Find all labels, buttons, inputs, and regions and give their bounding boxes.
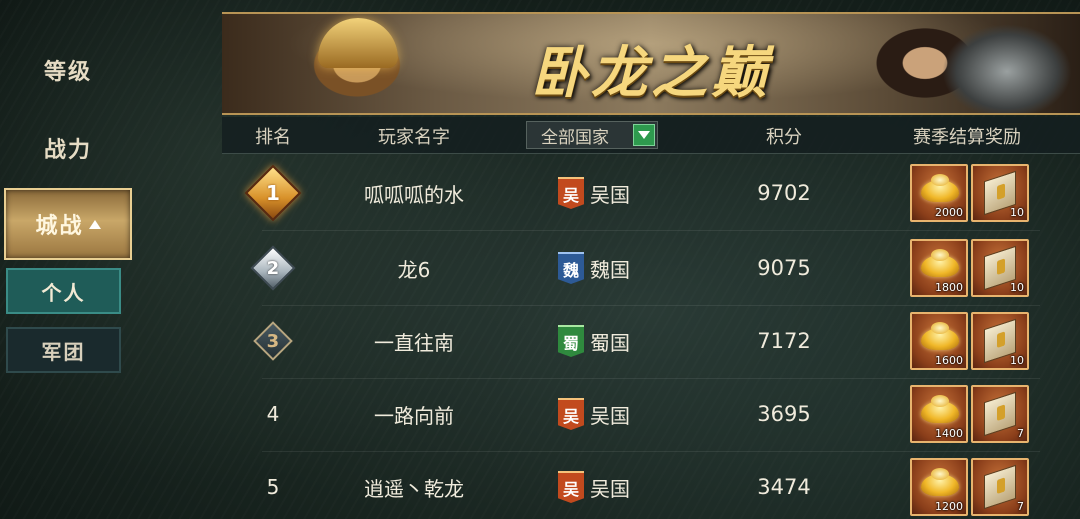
header-season-reward: 赛季结算奖励 bbox=[913, 126, 1021, 148]
caret-up-icon bbox=[88, 219, 101, 229]
table-row[interactable]: 1 呱呱呱的水 吴 吴国 9702 2000 10 bbox=[222, 157, 1080, 231]
table-row[interactable]: 5 逍遥丶乾龙 吴 吴国 3474 1200 7 bbox=[222, 451, 1080, 519]
country-flag-icon: 蜀 bbox=[558, 325, 584, 357]
reward-quantity: 7 bbox=[1017, 427, 1024, 440]
reward-cell: 1800 10 bbox=[910, 232, 1060, 304]
player-name: 龙6 bbox=[397, 257, 431, 282]
score: 9702 bbox=[757, 181, 811, 205]
reward-quantity: 1600 bbox=[935, 354, 963, 367]
sidebar-item-label: 城战 bbox=[35, 214, 84, 239]
rank-cell: 2 bbox=[222, 232, 324, 304]
row-divider bbox=[262, 230, 1040, 231]
reward-quantity: 10 bbox=[1010, 206, 1024, 219]
scroll-reward[interactable]: 10 bbox=[971, 239, 1029, 297]
rank-cell: 4 bbox=[222, 378, 324, 450]
score: 3474 bbox=[757, 475, 811, 499]
dropdown-arrow-icon[interactable] bbox=[633, 124, 655, 146]
score: 3695 bbox=[757, 402, 811, 426]
banner-title: 卧龙之巅 bbox=[531, 40, 771, 106]
sidebar-item-label: 等级 bbox=[43, 60, 92, 85]
header-rank: 排名 bbox=[255, 126, 291, 148]
country-name: 吴国 bbox=[590, 403, 630, 428]
country-flag-icon: 吴 bbox=[558, 398, 584, 430]
score: 9075 bbox=[757, 256, 811, 280]
reward-quantity: 1800 bbox=[935, 281, 963, 294]
scroll-icon bbox=[984, 391, 1016, 437]
score: 7172 bbox=[757, 329, 811, 353]
rank-number: 4 bbox=[266, 402, 280, 426]
gold-ingot-reward[interactable]: 1400 bbox=[910, 385, 968, 443]
gold-ingot-icon bbox=[921, 468, 959, 496]
rank-badge-icon: 1 bbox=[244, 164, 302, 222]
country-name: 蜀国 bbox=[590, 330, 630, 355]
rank-number: 5 bbox=[266, 475, 280, 499]
subtab-legion[interactable]: 军团 bbox=[6, 327, 121, 373]
country-cell: 吴 吴国 bbox=[558, 157, 648, 229]
header-player-name: 玩家名字 bbox=[378, 126, 450, 148]
gold-ingot-icon bbox=[921, 322, 959, 350]
rank-badge-icon: 2 bbox=[250, 245, 296, 291]
gold-ingot-reward[interactable]: 1200 bbox=[910, 458, 968, 516]
scroll-reward[interactable]: 10 bbox=[971, 164, 1029, 222]
reward-quantity: 10 bbox=[1010, 354, 1024, 367]
reward-cell: 1600 10 bbox=[910, 305, 1060, 377]
gold-ingot-reward[interactable]: 2000 bbox=[910, 164, 968, 222]
country-name: 吴国 bbox=[590, 476, 630, 501]
country-cell: 蜀 蜀国 bbox=[558, 305, 648, 377]
reward-quantity: 2000 bbox=[935, 206, 963, 219]
subtab-personal[interactable]: 个人 bbox=[6, 268, 121, 314]
gold-ingot-icon bbox=[921, 249, 959, 277]
country-flag-icon: 魏 bbox=[558, 252, 584, 284]
subtab-label: 军团 bbox=[41, 339, 86, 364]
subtab-label: 个人 bbox=[41, 280, 86, 305]
reward-cell: 1200 7 bbox=[910, 451, 1060, 519]
rank-cell: 3 bbox=[222, 305, 324, 377]
reward-quantity: 10 bbox=[1010, 281, 1024, 294]
player-name: 逍遥丶乾龙 bbox=[364, 476, 464, 501]
table-row[interactable]: 2 龙6 魏 魏国 9075 1800 10 bbox=[222, 232, 1080, 306]
header-score: 积分 bbox=[766, 126, 802, 148]
country-name: 吴国 bbox=[590, 182, 630, 207]
scroll-icon bbox=[984, 464, 1016, 510]
gold-ingot-icon bbox=[921, 174, 959, 202]
table-row[interactable]: 4 一路向前 吴 吴国 3695 1400 7 bbox=[222, 378, 1080, 452]
player-name: 一路向前 bbox=[374, 403, 454, 428]
country-filter-label: 全部国家 bbox=[541, 127, 609, 148]
title-banner: 卧龙之巅 bbox=[222, 12, 1080, 115]
reward-quantity: 1200 bbox=[935, 500, 963, 513]
sidebar-item-grade[interactable]: 等级 bbox=[4, 40, 132, 100]
country-cell: 吴 吴国 bbox=[558, 451, 648, 519]
table-row[interactable]: 3 一直往南 蜀 蜀国 7172 1600 10 bbox=[222, 305, 1080, 379]
player-name: 呱呱呱的水 bbox=[364, 182, 464, 207]
reward-cell: 2000 10 bbox=[910, 157, 1060, 229]
leaderboard-header: 排名 玩家名字 全部国家 积分 赛季结算奖励 bbox=[222, 117, 1080, 154]
country-cell: 魏 魏国 bbox=[558, 232, 648, 304]
reward-quantity: 1400 bbox=[935, 427, 963, 440]
sidebar-item-label: 战力 bbox=[43, 138, 92, 163]
sidebar: 等级 战力 城战 个人 军团 bbox=[0, 0, 140, 519]
country-name: 魏国 bbox=[590, 257, 630, 282]
scroll-reward[interactable]: 7 bbox=[971, 385, 1029, 443]
sidebar-item-city-battle[interactable]: 城战 bbox=[4, 188, 132, 260]
player-name: 一直往南 bbox=[374, 330, 454, 355]
rank-cell: 1 bbox=[222, 157, 324, 229]
gold-ingot-reward[interactable]: 1600 bbox=[910, 312, 968, 370]
scroll-reward[interactable]: 10 bbox=[971, 312, 1029, 370]
country-cell: 吴 吴国 bbox=[558, 378, 648, 450]
reward-quantity: 7 bbox=[1017, 500, 1024, 513]
country-flag-icon: 吴 bbox=[558, 177, 584, 209]
rank-cell: 5 bbox=[222, 451, 324, 519]
country-filter-dropdown[interactable]: 全部国家 bbox=[526, 121, 658, 149]
country-flag-icon: 吴 bbox=[558, 471, 584, 503]
reward-cell: 1400 7 bbox=[910, 378, 1060, 450]
scroll-reward[interactable]: 7 bbox=[971, 458, 1029, 516]
gold-ingot-reward[interactable]: 1800 bbox=[910, 239, 968, 297]
sidebar-item-power[interactable]: 战力 bbox=[4, 118, 132, 178]
rank-badge-icon: 3 bbox=[253, 321, 293, 361]
gold-ingot-icon bbox=[921, 395, 959, 423]
